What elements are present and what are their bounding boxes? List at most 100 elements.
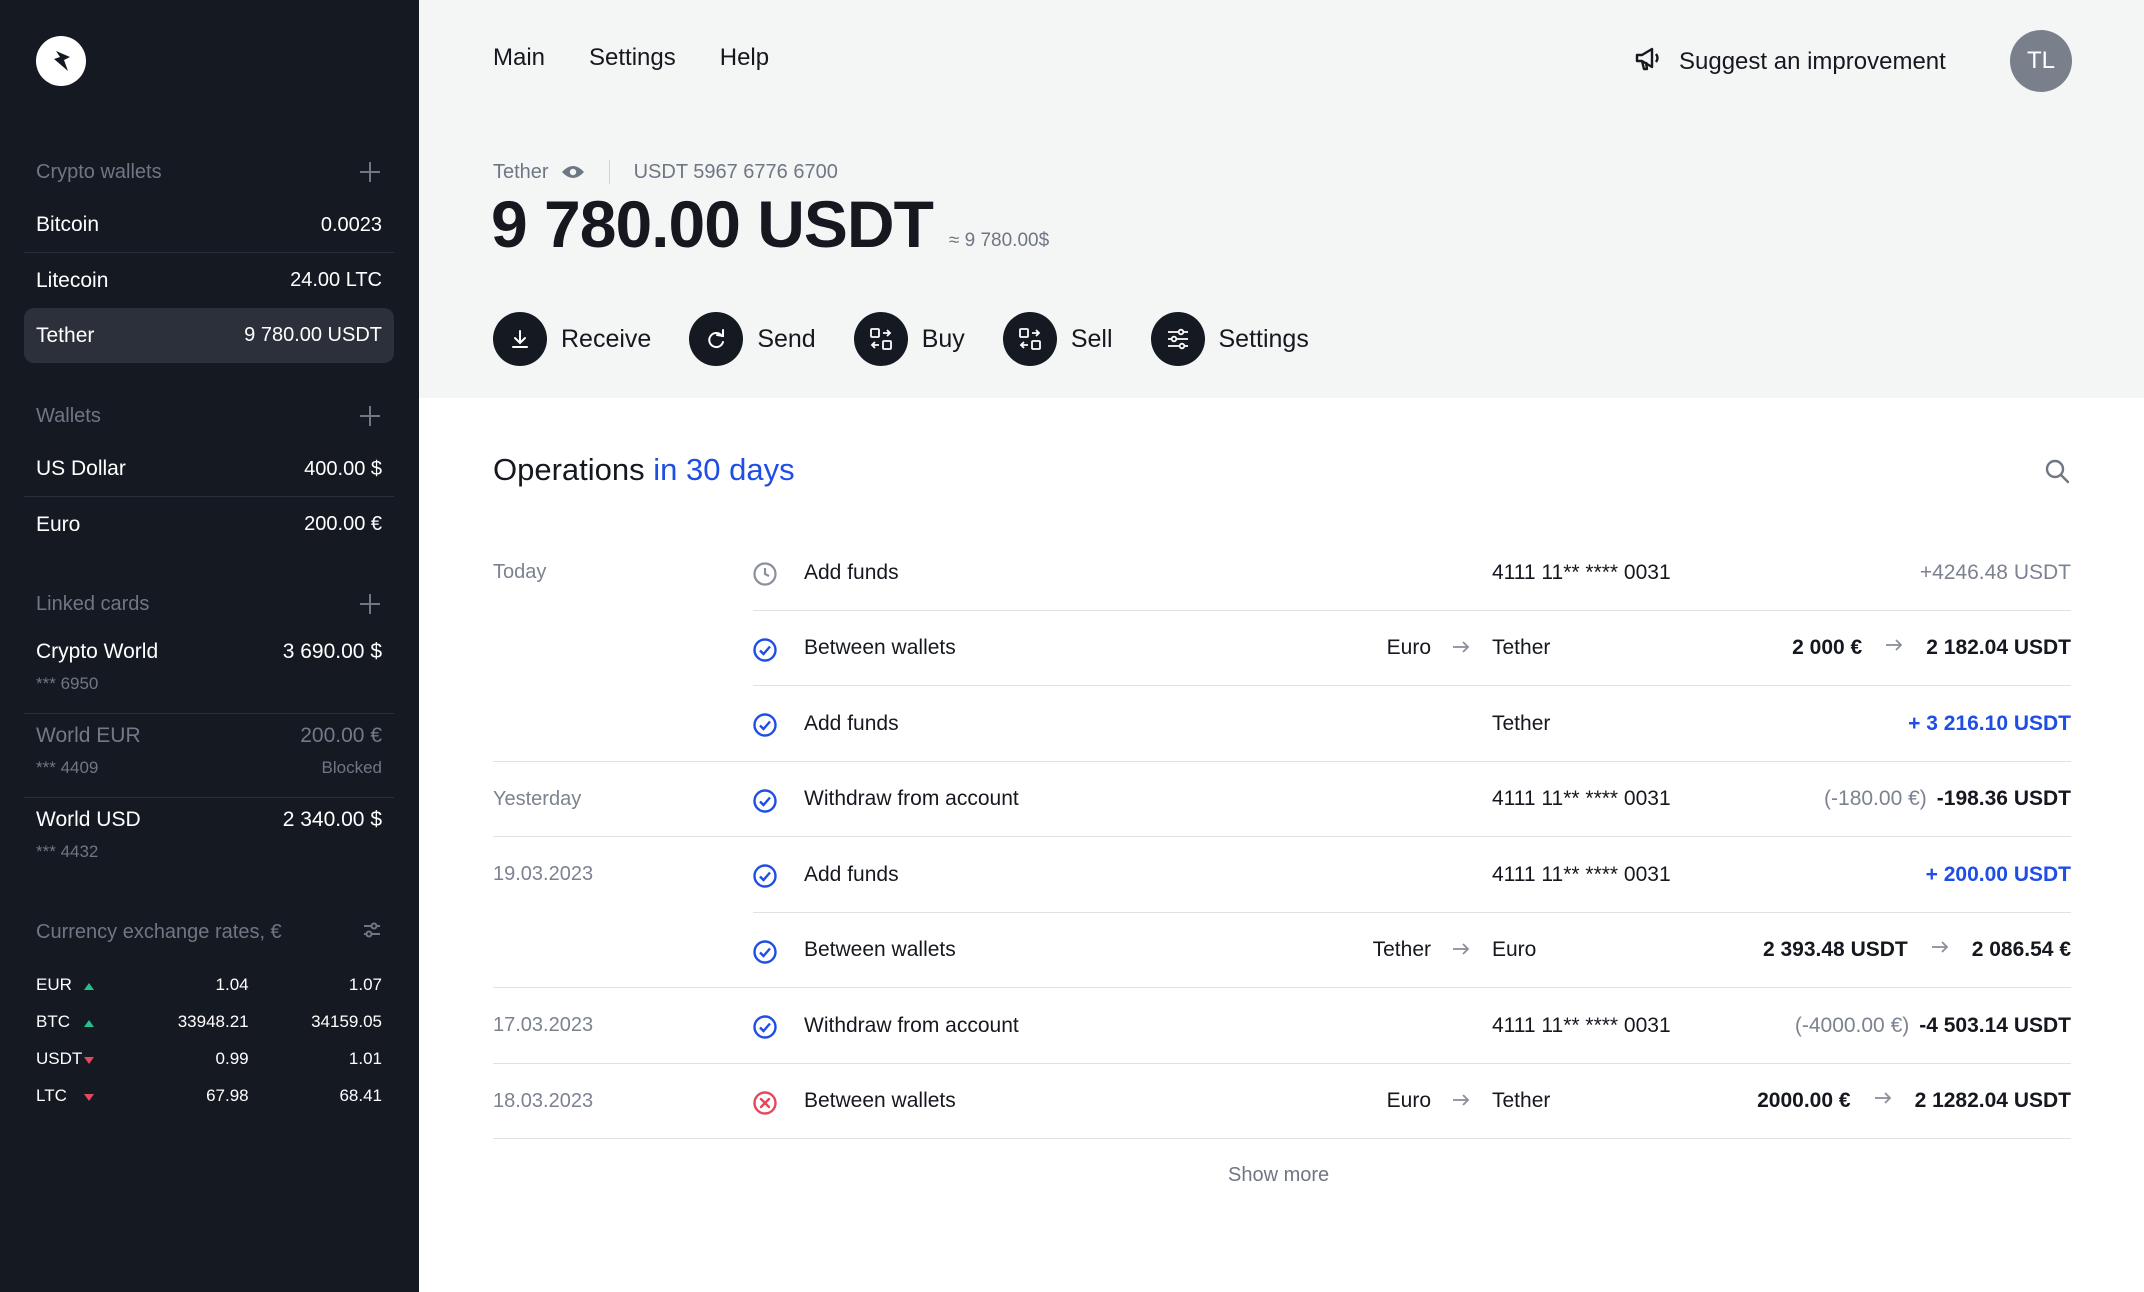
operation-date: 18.03.2023: [493, 1089, 594, 1112]
filter-settings-icon[interactable]: [362, 920, 382, 945]
operation-amount-from: 2 000 €: [1792, 636, 1863, 660]
megaphone-icon: [1633, 42, 1665, 81]
operation-name: Between wallets: [804, 938, 956, 962]
show-more-button[interactable]: Show more: [1228, 1164, 1329, 1187]
rate-row-btc: BTC 33948.21 34159.05: [24, 1003, 394, 1040]
operation-date: 17.03.2023: [493, 1014, 594, 1037]
operation-row[interactable]: Today Add funds 4111 11** **** 0031 +424…: [493, 535, 2071, 611]
operation-amount-original: (-180.00 €): [1824, 787, 1927, 811]
card-number: *** 4432: [36, 842, 99, 861]
check-circle-icon: [752, 788, 778, 820]
account-number: USDT 5967 6776 6700: [633, 160, 838, 183]
settings-label: Settings: [1218, 324, 1309, 353]
operation-amount: +4246.48 USDT: [1919, 560, 2071, 584]
trend-down-icon: [84, 1056, 95, 1064]
operation-amount-to: 2 1282.04 USDT: [1914, 1089, 2071, 1113]
operation-amount: -198.36 USDT: [1936, 787, 2071, 811]
wallet-name: Tether: [36, 323, 95, 347]
card-number: *** 6950: [36, 674, 99, 693]
avatar[interactable]: TL: [2010, 30, 2072, 92]
suggest-improvement-button[interactable]: Suggest an improvement: [1633, 42, 1946, 81]
rate-sell: 68.41: [339, 1085, 382, 1105]
rate-buy: 33948.21: [177, 1011, 249, 1031]
trend-up-icon: [84, 982, 95, 990]
sidebar-item-us-dollar[interactable]: US Dollar 400.00 $: [24, 442, 394, 497]
buy-button[interactable]: Buy: [853, 312, 965, 366]
card-number: *** 4409: [36, 758, 99, 777]
check-circle-icon: [752, 637, 778, 669]
rate-currency: EUR: [36, 974, 72, 994]
trend-up-icon: [84, 1019, 95, 1027]
sidebar-item-tether[interactable]: Tether 9 780.00 USDT: [24, 308, 394, 363]
sidebar-item-world-usd[interactable]: World USD 2 340.00 $ *** 4432: [24, 798, 394, 882]
balance-approx: ≈ 9 780.00$: [948, 230, 1050, 251]
check-circle-icon: [752, 1014, 778, 1046]
wallet-balance: 200.00 €: [304, 513, 382, 535]
search-icon[interactable]: [2043, 457, 2071, 490]
sell-button[interactable]: Sell: [1002, 312, 1113, 366]
rate-buy: 0.99: [215, 1048, 249, 1068]
operation-name: Between wallets: [804, 1089, 956, 1113]
arrow-right-icon: [1884, 635, 1904, 661]
operation-name: Withdraw from account: [804, 787, 1019, 811]
sidebar-item-crypto-world[interactable]: Crypto World 3 690.00 $ *** 6950: [24, 630, 394, 714]
operation-amount: + 200.00 USDT: [1925, 862, 2071, 886]
sidebar-item-world-eur[interactable]: World EUR 200.00 € *** 4409 Blocked: [24, 714, 394, 798]
operation-row[interactable]: 17.03.2023 Withdraw from account 4111 11…: [493, 988, 2071, 1064]
operation-amount-from: 2000.00 €: [1757, 1089, 1851, 1113]
download-icon: [493, 312, 547, 366]
clock-icon: [752, 561, 778, 593]
operation-row[interactable]: Add funds Tether + 3 216.10 USDT: [493, 686, 2071, 762]
crypto-wallets-title: Crypto wallets: [36, 160, 162, 183]
wallet-balance: 0.0023: [320, 213, 382, 236]
operation-date: 19.03.2023: [493, 863, 594, 886]
sidebar-item-bitcoin[interactable]: Bitcoin 0.0023: [24, 198, 394, 253]
sidebar-item-euro[interactable]: Euro 200.00 €: [24, 497, 394, 552]
operation-date: Yesterday: [493, 787, 582, 810]
wallet-balance: 9 780.00 USDT: [244, 324, 382, 346]
account-actions: Receive Send Buy Sell Settings: [493, 312, 1347, 366]
wallets-title: Wallets: [36, 404, 101, 427]
card-name: Crypto World: [36, 640, 159, 663]
wallets-section: Wallets US Dollar 400.00 $ Euro 200.00 €: [24, 390, 394, 552]
rate-buy: 67.98: [206, 1085, 249, 1105]
operation-row[interactable]: Between wallets Euro Tether 2 000 € 2 18…: [493, 611, 2071, 687]
receive-button[interactable]: Receive: [493, 312, 651, 366]
rate-currency: LTC: [36, 1085, 67, 1105]
exchange-rates-section: Currency exchange rates, € EUR 1.04 1.07…: [24, 906, 394, 1114]
send-button[interactable]: Send: [689, 312, 816, 366]
add-card-icon[interactable]: [358, 592, 382, 616]
crypto-wallets-section: Crypto wallets Bitcoin 0.0023 Litecoin 2…: [24, 146, 394, 363]
nav-main[interactable]: Main: [493, 44, 545, 72]
account-info: Tether USDT 5967 6776 6700: [493, 160, 838, 184]
logo-icon[interactable]: [36, 36, 86, 86]
wallet-name: Bitcoin: [36, 213, 100, 236]
operation-amount-from: 2 393.48 USDT: [1762, 938, 1908, 962]
arrow-right-icon: [1930, 937, 1950, 963]
rate-currency: BTC: [36, 1011, 70, 1031]
add-wallet-icon[interactable]: [358, 404, 382, 428]
check-circle-icon: [752, 939, 778, 971]
operation-row[interactable]: Between wallets Tether Euro 2 393.48 USD…: [493, 913, 2071, 989]
operation-destination: Tether: [1492, 711, 1551, 735]
rate-buy: 1.04: [215, 974, 249, 994]
operations-title: Operations in 30 days: [493, 452, 795, 488]
arrow-right-icon: [1451, 939, 1471, 965]
card-balance: 2 340.00 $: [282, 808, 382, 831]
sell-label: Sell: [1070, 324, 1113, 353]
eye-icon[interactable]: [561, 164, 585, 180]
operation-row[interactable]: 19.03.2023 Add funds 4111 11** **** 0031…: [493, 837, 2071, 913]
rate-sell: 1.07: [348, 974, 382, 994]
trend-down-icon: [84, 1093, 95, 1101]
operation-destination: 4111 11** **** 0031: [1492, 560, 1671, 584]
add-crypto-wallet-icon[interactable]: [358, 160, 382, 184]
operation-row[interactable]: Yesterday Withdraw from account 4111 11*…: [493, 762, 2071, 838]
account-settings-button[interactable]: Settings: [1150, 312, 1309, 366]
operations-period[interactable]: in 30 days: [653, 452, 794, 487]
card-name: World USD: [36, 808, 141, 831]
sidebar-item-litecoin[interactable]: Litecoin 24.00 LTC: [24, 253, 394, 308]
operation-row[interactable]: 18.03.2023 Between wallets Euro Tether 2…: [493, 1064, 2071, 1140]
nav-help[interactable]: Help: [720, 44, 769, 72]
nav-settings[interactable]: Settings: [589, 44, 676, 72]
operation-amount-to: 2 182.04 USDT: [1926, 636, 2071, 660]
